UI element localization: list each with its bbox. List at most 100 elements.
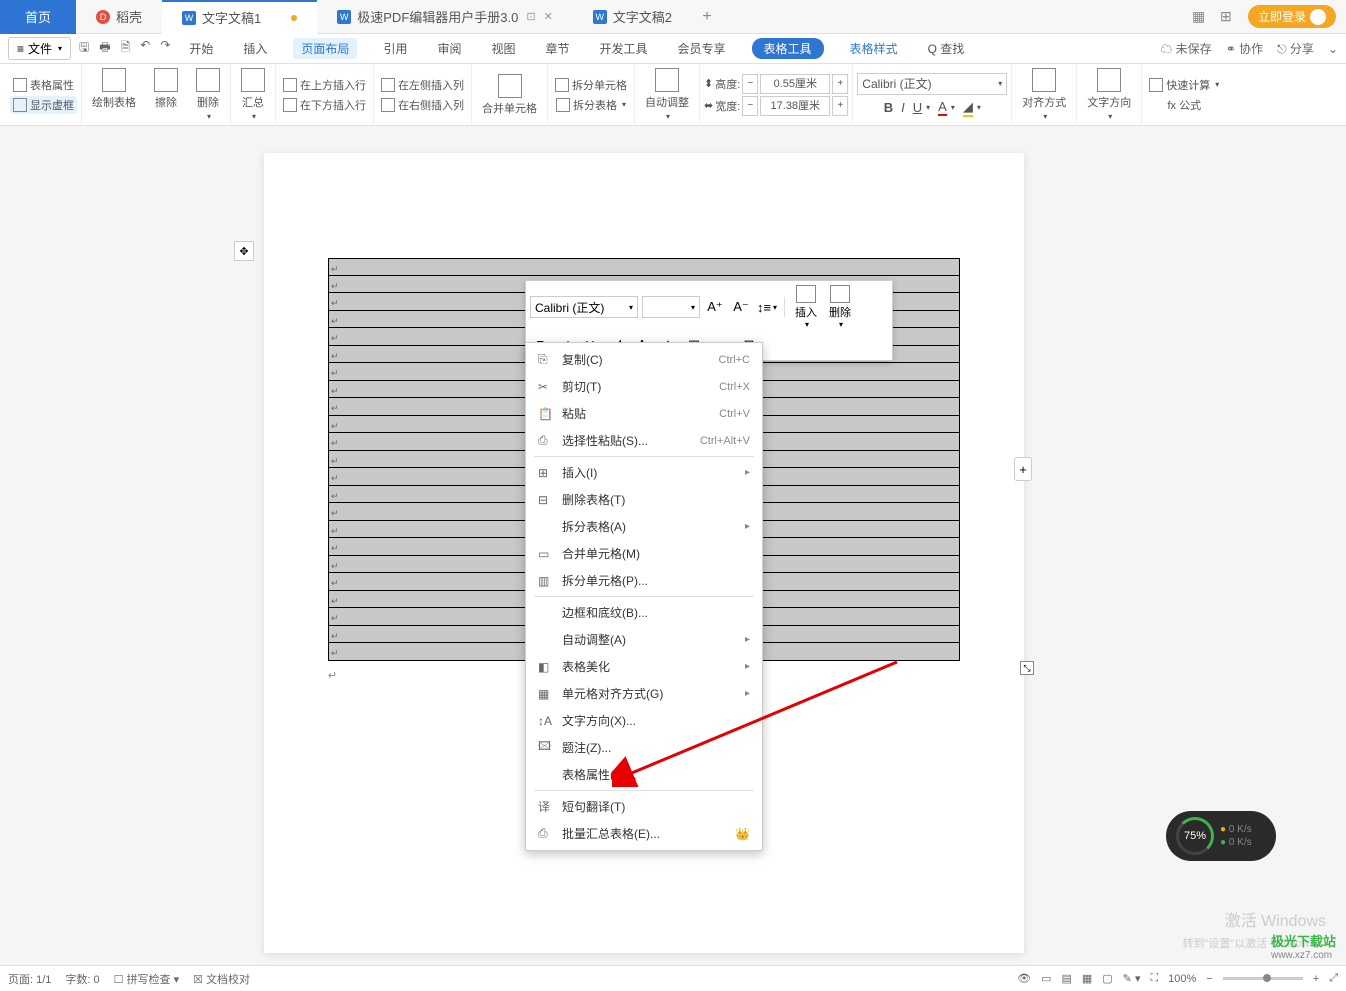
delete-button[interactable]: 删除▾: [190, 66, 226, 123]
direction-button[interactable]: 文字方向▾: [1081, 66, 1137, 123]
split-cell-button[interactable]: 拆分单元格: [552, 76, 630, 94]
proofread-button[interactable]: ☒ 文档校对: [193, 971, 250, 987]
ctx-delete-table[interactable]: ⊟删除表格(T): [526, 486, 762, 513]
formula-button[interactable]: fx 公式: [1164, 96, 1204, 114]
unsaved-badge[interactable]: ☁ 未保存: [1160, 40, 1211, 57]
view-read-icon[interactable]: ▢: [1102, 972, 1112, 985]
insert-left-button[interactable]: 在左侧插入列: [378, 76, 467, 94]
tab-review[interactable]: 审阅: [433, 38, 465, 59]
ctx-merge-cell[interactable]: ▭合并单元格(M): [526, 540, 762, 567]
file-menu[interactable]: ≡ 文件 ▾: [8, 37, 71, 60]
insert-above-button[interactable]: 在上方插入行: [280, 76, 369, 94]
bold-button[interactable]: B: [884, 99, 893, 117]
ctx-autofit[interactable]: 自动调整(A)▸: [526, 626, 762, 653]
tab-member[interactable]: 会员专享: [674, 38, 730, 59]
ctx-border[interactable]: 边框和底纹(B)...: [526, 599, 762, 626]
zoom-slider[interactable]: [1223, 977, 1303, 980]
view-page-icon[interactable]: ▭: [1041, 972, 1051, 985]
ctx-batch-summary[interactable]: ⎙批量汇总表格(E)...👑: [526, 820, 762, 847]
login-button[interactable]: 立即登录: [1248, 5, 1336, 28]
network-speed-widget[interactable]: 75% 0 K/s 0 K/s: [1166, 811, 1276, 861]
fit-icon[interactable]: ⛶: [1150, 972, 1158, 985]
tab-ref[interactable]: 引用: [379, 38, 411, 59]
zoom-value[interactable]: 100%: [1168, 973, 1196, 985]
underline-button[interactable]: U▾: [913, 99, 930, 117]
table-move-handle[interactable]: ✥: [234, 241, 254, 261]
word-count[interactable]: 字数: 0: [65, 971, 99, 987]
view-outline-icon[interactable]: ▤: [1061, 972, 1071, 985]
show-grid-button[interactable]: 显示虚框: [10, 96, 77, 114]
ctx-table-props[interactable]: 表格属性(R)...: [526, 761, 762, 788]
width-plus[interactable]: +: [832, 96, 848, 116]
split-table-button[interactable]: 拆分表格▾: [553, 96, 629, 114]
ctx-cell-align[interactable]: ▦单元格对齐方式(G)▸: [526, 680, 762, 707]
mini-insert-button[interactable]: 插入▾: [791, 285, 821, 329]
tab-chapter[interactable]: 章节: [541, 38, 573, 59]
height-minus[interactable]: −: [742, 74, 758, 94]
tab-layout[interactable]: 页面布局: [293, 38, 357, 59]
decrease-font-button[interactable]: A⁻: [730, 296, 752, 318]
tab-doc2[interactable]: W文字文稿2: [573, 0, 692, 34]
print-icon[interactable]: 🖶: [99, 38, 110, 59]
add-tab-button[interactable]: +: [692, 8, 722, 26]
tab-home[interactable]: 首页: [0, 0, 76, 34]
ctx-split-table[interactable]: 拆分表格(A)▸: [526, 513, 762, 540]
tab-pin-icon[interactable]: ⊡: [526, 10, 535, 23]
mini-delete-button[interactable]: 删除▾: [825, 285, 855, 329]
tab-docer[interactable]: D稻壳: [76, 0, 162, 34]
table-props-button[interactable]: 表格属性: [10, 76, 77, 94]
ctx-cut[interactable]: ✂剪切(T)Ctrl+X: [526, 373, 762, 400]
height-plus[interactable]: +: [832, 74, 848, 94]
erase-button[interactable]: 擦除: [148, 66, 184, 123]
ctx-paste-special[interactable]: ⎙选择性粘贴(S)...Ctrl+Alt+V: [526, 427, 762, 454]
ctx-beautify[interactable]: ◧表格美化▸: [526, 653, 762, 680]
width-input[interactable]: 17.38厘米: [760, 96, 830, 116]
save-icon[interactable]: 🖫: [79, 38, 89, 59]
mini-font-select[interactable]: Calibri (正文)▾: [530, 296, 638, 318]
page-indicator[interactable]: 页面: 1/1: [8, 971, 51, 987]
zoom-in-button[interactable]: +: [1313, 973, 1319, 985]
menu-more-icon[interactable]: ⌄: [1328, 42, 1338, 56]
summary-button[interactable]: 汇总▾: [235, 66, 271, 123]
edit-pen-icon[interactable]: ✎ ▾: [1123, 972, 1141, 985]
fastcalc-button[interactable]: 快速计算▾: [1146, 76, 1222, 94]
highlight-button[interactable]: ◢▾: [963, 99, 981, 117]
ctx-split-cell[interactable]: ▥拆分单元格(P)...: [526, 567, 762, 594]
insert-below-button[interactable]: 在下方插入行: [280, 96, 369, 114]
collab-button[interactable]: ⚭ 协作: [1226, 40, 1263, 57]
share-button[interactable]: ⎋ 分享: [1277, 40, 1314, 57]
align-button[interactable]: 对齐方式▾: [1016, 66, 1072, 123]
ctx-caption[interactable]: 🖾题注(Z)...: [526, 734, 762, 761]
spell-check-toggle[interactable]: ☐ 拼写检查 ▾: [114, 971, 180, 987]
italic-button[interactable]: I: [901, 99, 905, 117]
view-web-icon[interactable]: ▦: [1082, 972, 1092, 985]
grid3-icon[interactable]: ▦: [1192, 8, 1210, 26]
expand-handle[interactable]: +: [1014, 457, 1032, 481]
table-resize-handle[interactable]: ⤡: [1020, 661, 1034, 675]
width-minus[interactable]: −: [742, 96, 758, 116]
tab-table-style[interactable]: 表格样式: [846, 38, 902, 59]
undo-icon[interactable]: ↶: [140, 38, 150, 59]
search-button[interactable]: Q 查找: [924, 38, 969, 59]
tab-doc1[interactable]: W文字文稿1: [162, 0, 317, 34]
preview-icon[interactable]: 🗎: [121, 38, 131, 59]
merge-cells-button[interactable]: 合并单元格: [476, 72, 543, 118]
tab-insert[interactable]: 插入: [239, 38, 271, 59]
line-spacing-button[interactable]: ↕≡▾: [756, 296, 778, 318]
view-eye-icon[interactable]: 👁: [1017, 972, 1031, 985]
table-row[interactable]: ↵: [328, 258, 960, 276]
redo-icon[interactable]: ↷: [160, 38, 170, 59]
autofit-button[interactable]: 自动调整▾: [639, 66, 695, 123]
font-color-button[interactable]: A▾: [938, 99, 955, 117]
tab-start[interactable]: 开始: [185, 38, 217, 59]
ctx-paste[interactable]: 📋粘贴Ctrl+V: [526, 400, 762, 427]
ctx-text-dir[interactable]: ↕A文字方向(X)...: [526, 707, 762, 734]
font-select[interactable]: Calibri (正文)▾: [857, 73, 1007, 95]
ctx-translate[interactable]: 译短句翻译(T): [526, 793, 762, 820]
tab-dev[interactable]: 开发工具: [596, 38, 652, 59]
insert-right-button[interactable]: 在右侧插入列: [378, 96, 467, 114]
zoom-out-button[interactable]: −: [1206, 973, 1212, 985]
tab-close-icon[interactable]: ✕: [544, 10, 553, 23]
mini-size-select[interactable]: ▾: [642, 296, 700, 318]
increase-font-button[interactable]: A⁺: [704, 296, 726, 318]
